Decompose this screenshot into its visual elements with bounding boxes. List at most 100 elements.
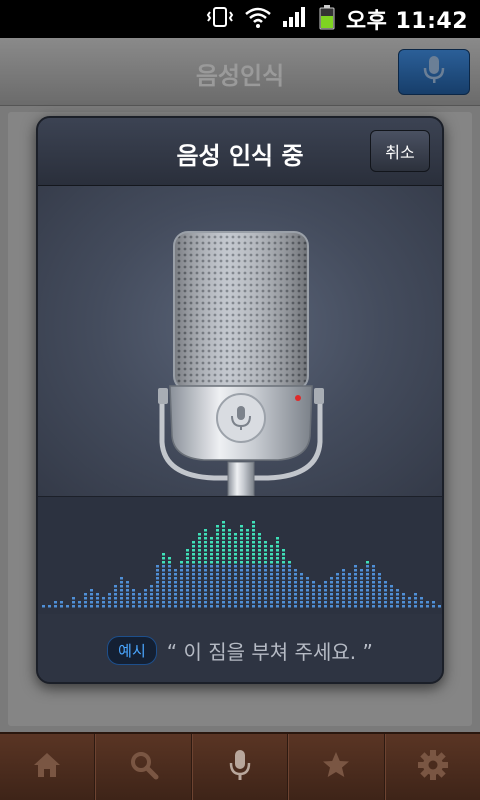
level-dot: [216, 541, 219, 544]
level-dot: [258, 593, 261, 596]
level-dot: [306, 597, 309, 600]
level-dot: [270, 577, 273, 580]
level-dot: [246, 593, 249, 596]
level-dot: [354, 585, 357, 588]
level-dot: [294, 585, 297, 588]
level-dot: [162, 597, 165, 600]
voice-search-button[interactable]: [398, 49, 470, 95]
level-dot: [246, 537, 249, 540]
level-dot: [348, 589, 351, 592]
level-dot: [84, 597, 87, 600]
level-dot: [192, 589, 195, 592]
level-dot: [312, 589, 315, 592]
level-dot: [360, 585, 363, 588]
level-dot: [132, 601, 135, 604]
status-bar: 오후 11:42: [0, 0, 480, 38]
level-dot: [264, 553, 267, 556]
tab-favorites[interactable]: [288, 734, 385, 800]
level-dot: [132, 593, 135, 596]
level-dot: [270, 549, 273, 552]
level-dot: [276, 561, 279, 564]
level-dot: [192, 541, 195, 544]
level-dot: [60, 605, 63, 608]
cancel-button[interactable]: 취소: [370, 130, 430, 172]
level-dot: [372, 577, 375, 580]
level-dot: [282, 565, 285, 568]
level-dot: [240, 573, 243, 576]
level-dot: [198, 561, 201, 564]
level-dot: [96, 593, 99, 596]
level-dot: [300, 589, 303, 592]
level-dot: [90, 597, 93, 600]
level-dot: [264, 569, 267, 572]
level-dot: [252, 541, 255, 544]
level-dot: [150, 593, 153, 596]
level-dot: [246, 561, 249, 564]
level-dot: [366, 561, 369, 564]
level-dot: [300, 597, 303, 600]
level-dot: [42, 605, 45, 608]
microphone-icon: [423, 55, 445, 89]
level-dot: [348, 585, 351, 588]
level-dot: [294, 589, 297, 592]
tab-home[interactable]: [0, 734, 96, 800]
level-dot: [216, 573, 219, 576]
battery-icon: [318, 4, 336, 34]
tab-voice[interactable]: [191, 734, 289, 800]
level-dot: [252, 521, 255, 524]
level-dot: [270, 589, 273, 592]
level-dot: [252, 577, 255, 580]
level-dot: [312, 605, 315, 608]
level-dot: [204, 601, 207, 604]
level-dot: [324, 601, 327, 604]
level-dot: [264, 589, 267, 592]
level-dot: [252, 573, 255, 576]
level-dot: [276, 589, 279, 592]
level-dot: [204, 545, 207, 548]
tab-search[interactable]: [95, 734, 192, 800]
level-dot: [180, 585, 183, 588]
level-dot: [258, 597, 261, 600]
level-dot: [180, 569, 183, 572]
level-dot: [366, 593, 369, 596]
tab-settings[interactable]: [384, 734, 480, 800]
level-dot: [156, 565, 159, 568]
level-dot: [222, 549, 225, 552]
level-dot: [138, 601, 141, 604]
level-dot: [294, 573, 297, 576]
level-dot: [438, 605, 441, 608]
level-dot: [222, 561, 225, 564]
level-dot: [318, 585, 321, 588]
level-dot: [144, 597, 147, 600]
level-dot: [186, 601, 189, 604]
level-dot: [252, 525, 255, 528]
level-dot: [258, 589, 261, 592]
level-dot: [198, 577, 201, 580]
level-dot: [102, 601, 105, 604]
level-dot: [336, 605, 339, 608]
level-dot: [264, 581, 267, 584]
level-dot: [120, 597, 123, 600]
level-dot: [372, 605, 375, 608]
level-dot: [306, 589, 309, 592]
level-dot: [204, 573, 207, 576]
level-dot: [234, 589, 237, 592]
level-dot: [210, 573, 213, 576]
level-dot: [306, 605, 309, 608]
level-dot: [108, 597, 111, 600]
level-dot: [186, 557, 189, 560]
level-dot: [186, 549, 189, 552]
level-dot: [384, 593, 387, 596]
level-dot: [204, 565, 207, 568]
level-dot: [192, 553, 195, 556]
level-dot: [228, 593, 231, 596]
level-dot: [216, 525, 219, 528]
level-dot: [234, 553, 237, 556]
level-dot: [258, 545, 261, 548]
level-dot: [198, 549, 201, 552]
level-dot: [282, 557, 285, 560]
level-dot: [216, 545, 219, 548]
level-dot: [102, 605, 105, 608]
level-dot: [186, 565, 189, 568]
level-dot: [234, 541, 237, 544]
